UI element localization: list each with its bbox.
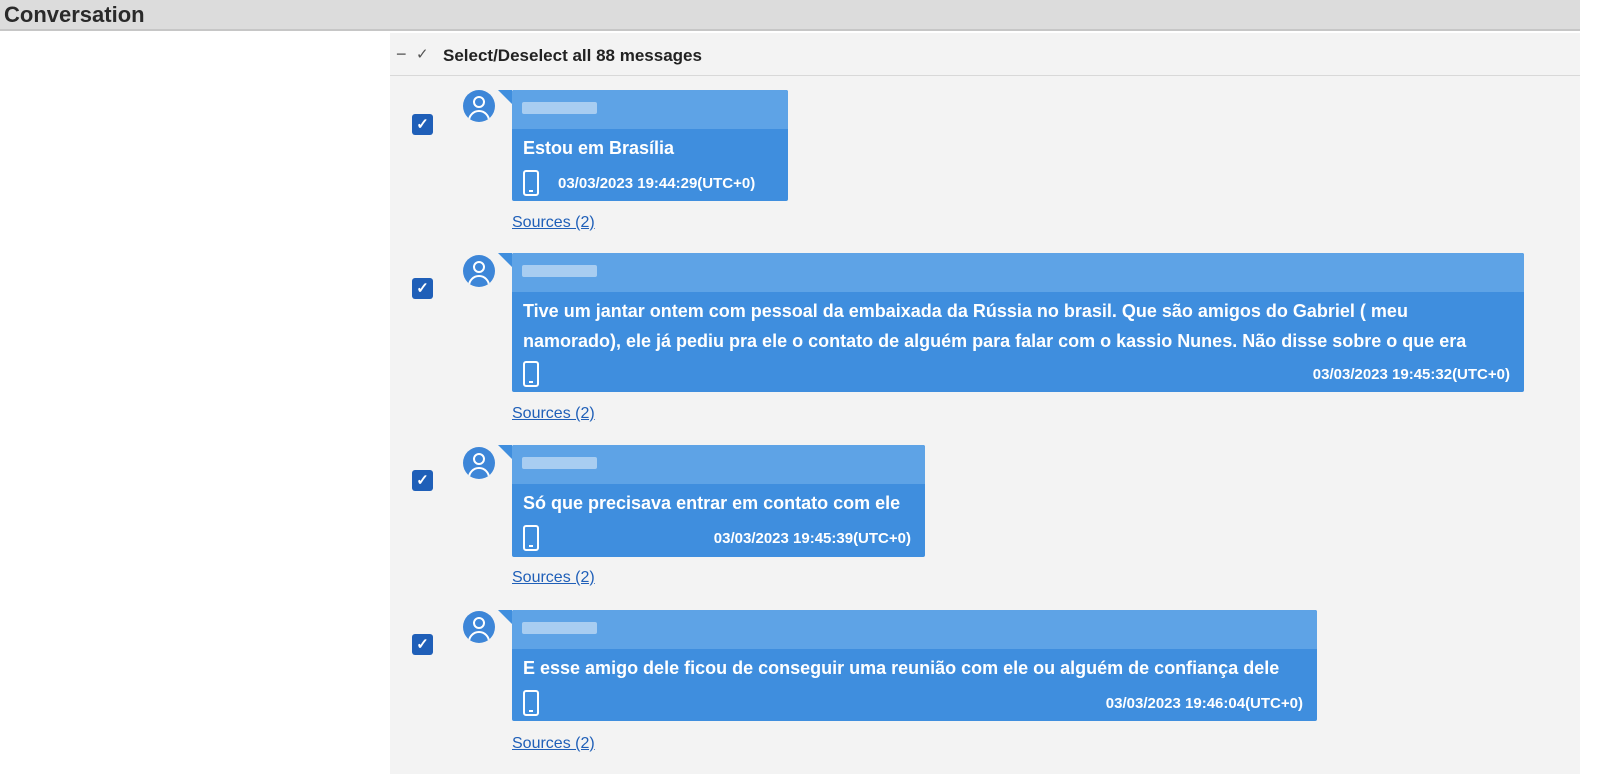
- message-row: ✓ Só que precisava entrar em contato com…: [390, 444, 1580, 609]
- phone-icon: [523, 170, 539, 196]
- phone-icon: [523, 525, 539, 551]
- phone-icon: [523, 361, 539, 387]
- message-checkbox[interactable]: ✓: [412, 634, 433, 655]
- title-bar: Conversation: [0, 0, 1580, 31]
- sender-name-redacted: [512, 253, 1524, 292]
- message-bubble[interactable]: E esse amigo dele ficou de conseguir uma…: [498, 610, 1317, 721]
- message-bubble[interactable]: Tive um jantar ontem com pessoal da emba…: [498, 253, 1524, 392]
- message-row: ✓ Estou em Brasília 03/03/2023 19:44:29(…: [390, 88, 1580, 248]
- sources-link[interactable]: Sources (2): [512, 214, 595, 232]
- sources-link[interactable]: Sources (2): [512, 569, 595, 587]
- sources-link[interactable]: Sources (2): [512, 735, 595, 753]
- message-text: Tive um jantar ontem com pessoal da emba…: [523, 301, 1467, 351]
- message-text: E esse amigo dele ficou de conseguir uma…: [523, 658, 1280, 678]
- message-timestamp: 03/03/2023 19:46:04(UTC+0): [1105, 695, 1303, 712]
- message-text: Só que precisava entrar em contato com e…: [523, 493, 901, 513]
- minus-icon[interactable]: −: [396, 44, 407, 65]
- message-timestamp: 03/03/2023 19:45:39(UTC+0): [713, 530, 911, 547]
- conversation-panel: − ✓ Select/Deselect all 88 messages ✓ Es…: [390, 33, 1580, 774]
- sender-name-redacted: [512, 90, 788, 129]
- message-bubble[interactable]: Só que precisava entrar em contato com e…: [498, 445, 925, 557]
- sender-name-redacted: [512, 445, 925, 484]
- message-checkbox[interactable]: ✓: [412, 114, 433, 135]
- avatar-icon: [463, 447, 495, 479]
- avatar-icon: [463, 611, 495, 643]
- message-timestamp: 03/03/2023 19:45:32(UTC+0): [1312, 366, 1510, 383]
- message-row: ✓ E esse amigo dele ficou de conseguir u…: [390, 609, 1580, 774]
- sender-name-redacted: [512, 610, 1317, 649]
- message-checkbox[interactable]: ✓: [412, 278, 433, 299]
- message-row: ✓ Tive um jantar ontem com pessoal da em…: [390, 253, 1580, 443]
- select-all-bar[interactable]: − ✓ Select/Deselect all 88 messages: [390, 33, 1580, 76]
- message-checkbox[interactable]: ✓: [412, 470, 433, 491]
- select-all-label[interactable]: Select/Deselect all 88 messages: [443, 46, 702, 66]
- app-window: Conversation − ✓ Select/Deselect all 88 …: [0, 0, 1600, 782]
- message-timestamp: 03/03/2023 19:44:29(UTC+0): [558, 175, 756, 192]
- avatar-icon: [463, 90, 495, 122]
- message-bubble[interactable]: Estou em Brasília 03/03/2023 19:44:29(UT…: [498, 90, 788, 201]
- check-icon[interactable]: ✓: [416, 45, 429, 63]
- avatar-icon: [463, 255, 495, 287]
- phone-icon: [523, 690, 539, 716]
- window-title: Conversation: [4, 2, 145, 27]
- message-text: Estou em Brasília: [523, 138, 675, 158]
- sources-link[interactable]: Sources (2): [512, 405, 595, 423]
